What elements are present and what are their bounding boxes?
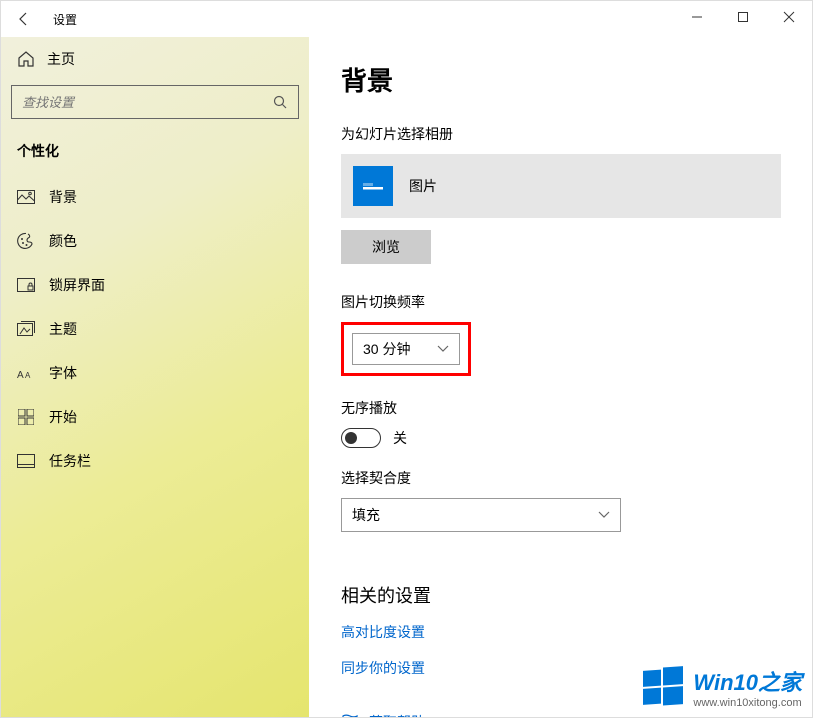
sidebar-item-colors[interactable]: 颜色 — [11, 219, 299, 263]
shuffle-label: 无序播放 — [341, 398, 784, 418]
album-name: 图片 — [409, 176, 437, 196]
search-box[interactable] — [11, 85, 299, 119]
album-box[interactable]: 图片 — [341, 154, 781, 218]
fit-label: 选择契合度 — [341, 468, 784, 488]
nav-label: 背景 — [49, 187, 77, 207]
back-button[interactable] — [1, 1, 47, 37]
chevron-down-icon — [598, 511, 610, 519]
fit-dropdown[interactable]: 填充 — [341, 498, 621, 532]
nav-label: 任务栏 — [49, 451, 91, 471]
watermark-title: Win10之家 — [693, 665, 802, 697]
svg-text:A: A — [17, 370, 24, 381]
minimize-button[interactable] — [674, 1, 720, 33]
search-input[interactable] — [22, 95, 272, 110]
help-label: 获取帮助 — [369, 712, 425, 717]
close-button[interactable] — [766, 1, 812, 33]
interval-label: 图片切换频率 — [341, 292, 784, 312]
related-title: 相关的设置 — [341, 582, 784, 608]
start-icon — [17, 408, 35, 426]
watermark: Win10之家 www.win10xitong.com — [641, 665, 802, 709]
watermark-url: www.win10xitong.com — [693, 697, 802, 709]
page-title: 背景 — [341, 61, 784, 98]
shuffle-status: 关 — [393, 428, 407, 448]
interval-value: 30 分钟 — [363, 339, 410, 359]
interval-highlight: 30 分钟 — [341, 322, 471, 376]
fit-value: 填充 — [352, 505, 380, 525]
section-title: 个性化 — [11, 137, 299, 175]
sidebar-item-fonts[interactable]: AA 字体 — [11, 351, 299, 395]
lockscreen-icon — [17, 276, 35, 294]
palette-icon — [17, 232, 35, 250]
sidebar-item-themes[interactable]: 主题 — [11, 307, 299, 351]
nav-label: 字体 — [49, 363, 77, 383]
picture-icon — [17, 188, 35, 206]
nav-label: 颜色 — [49, 231, 77, 251]
link-contrast[interactable]: 高对比度设置 — [341, 622, 784, 642]
home-nav[interactable]: 主页 — [11, 37, 299, 85]
window-title: 设置 — [53, 11, 77, 28]
nav-label: 主题 — [49, 319, 77, 339]
help-icon — [341, 713, 359, 717]
browse-button[interactable]: 浏览 — [341, 230, 431, 264]
sidebar-item-start[interactable]: 开始 — [11, 395, 299, 439]
folder-icon — [353, 166, 393, 206]
chevron-down-icon — [437, 345, 449, 353]
sidebar-item-lockscreen[interactable]: 锁屏界面 — [11, 263, 299, 307]
theme-icon — [17, 320, 35, 338]
font-icon: AA — [17, 364, 35, 382]
search-icon — [272, 94, 288, 110]
toggle-knob — [345, 432, 357, 444]
taskbar-icon — [17, 452, 35, 470]
sidebar-item-taskbar[interactable]: 任务栏 — [11, 439, 299, 483]
home-label: 主页 — [47, 49, 75, 69]
album-section-label: 为幻灯片选择相册 — [341, 124, 784, 144]
help-link[interactable]: 获取帮助 — [341, 712, 784, 717]
maximize-button[interactable] — [720, 1, 766, 33]
sidebar-item-background[interactable]: 背景 — [11, 175, 299, 219]
nav-label: 开始 — [49, 407, 77, 427]
windows-logo-icon — [641, 665, 685, 709]
sidebar: 主页 个性化 背景 颜色 — [1, 37, 309, 717]
svg-text:A: A — [25, 371, 31, 380]
nav-label: 锁屏界面 — [49, 275, 105, 295]
shuffle-toggle[interactable] — [341, 428, 381, 448]
interval-dropdown[interactable]: 30 分钟 — [352, 333, 460, 365]
main-panel: 背景 为幻灯片选择相册 图片 浏览 图片切换频率 30 分钟 无序播放 关 — [309, 37, 812, 717]
titlebar: 设置 — [1, 1, 812, 37]
home-icon — [17, 50, 35, 68]
